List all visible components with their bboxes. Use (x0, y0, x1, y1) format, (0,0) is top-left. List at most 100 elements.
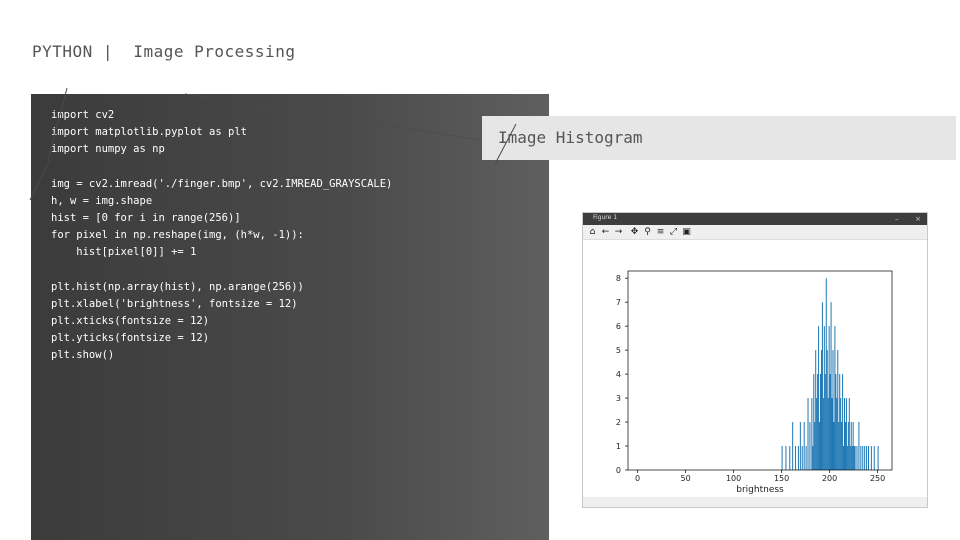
histogram-bar (843, 446, 845, 470)
close-button[interactable]: × (915, 213, 921, 225)
histogram-bar (785, 446, 787, 470)
histogram-bar (840, 398, 842, 470)
code-line: img = cv2.imread('./finger.bmp', cv2.IMR… (51, 178, 393, 190)
histogram-bar (812, 446, 814, 470)
histogram-bar (860, 446, 862, 470)
histogram-bar (838, 422, 840, 470)
histogram-bar (858, 422, 860, 470)
configure-icon[interactable]: ≡ (655, 227, 666, 238)
code-line: hist[pixel[0]] += 1 (51, 246, 197, 258)
histogram-bar (813, 374, 815, 470)
histogram-bar (877, 446, 879, 470)
y-tick-label: 0 (616, 466, 621, 475)
histogram-bar (801, 446, 803, 470)
x-axis-label: brightness (736, 485, 784, 495)
x-tick-label: 250 (870, 474, 885, 483)
histogram-bar (829, 374, 831, 470)
histogram-bar (864, 446, 866, 470)
histogram-bar (824, 374, 826, 470)
histogram-bar (849, 446, 851, 470)
histogram-bar (845, 398, 847, 470)
histogram-bar (862, 446, 864, 470)
x-tick-label: 150 (774, 474, 789, 483)
matplotlib-window: Figure 1 – × ⌂ ← → ✥ ⚲ ≡ ⤢ ▣ 0 50 100 150 20… (582, 212, 928, 508)
histogram-bar (795, 446, 797, 470)
histogram-bar (792, 422, 794, 470)
code-line: import cv2 (51, 109, 115, 121)
histogram-bar (833, 422, 835, 470)
histogram-bar (853, 446, 855, 470)
histogram-bar (835, 374, 837, 470)
histogram-bar (799, 422, 801, 470)
histogram-label: Image Histogram (498, 128, 643, 147)
histogram-bar (830, 302, 832, 470)
histogram-bar (803, 422, 805, 470)
x-tick-label: 50 (681, 474, 691, 483)
code-line: import matplotlib.pyplot as plt (51, 126, 247, 138)
window-title: Figure 1 (593, 214, 618, 221)
histogram-bar (814, 422, 816, 470)
histogram-bar (841, 422, 843, 470)
slide-title: PYTHON | Image Processing (32, 42, 296, 61)
edit-axis-icon[interactable]: ⤢ (668, 227, 679, 238)
histogram-bar (815, 350, 817, 470)
histogram-bar (837, 350, 839, 470)
histogram-bar (873, 446, 875, 470)
status-bar (583, 497, 927, 507)
histogram-bar (809, 422, 811, 470)
histogram-bar (805, 446, 807, 470)
code-line: plt.xlabel('brightness', fontsize = 12) (51, 298, 298, 310)
histogram-bar (866, 446, 868, 470)
histogram-bar (844, 398, 845, 470)
minimize-button[interactable]: – (895, 213, 899, 225)
histogram-bar (850, 422, 852, 470)
window-titlebar: Figure 1 – × (583, 213, 927, 225)
back-icon[interactable]: ← (600, 227, 611, 238)
histogram-bar (823, 326, 825, 470)
histogram-bar (854, 446, 856, 470)
y-tick-label: 7 (616, 298, 621, 307)
histogram-bar (820, 350, 822, 470)
code-line: hist = [0 for i in range(256)] (51, 212, 241, 224)
histogram-bar (844, 422, 846, 470)
plot-toolbar: ⌂ ← → ✥ ⚲ ≡ ⤢ ▣ (583, 225, 927, 240)
zoom-icon[interactable]: ⚲ (642, 227, 653, 238)
y-tick-label: 5 (616, 346, 621, 355)
histogram-bar (828, 326, 830, 470)
histogram-bar (831, 398, 833, 470)
histogram-bar (842, 374, 844, 470)
histogram-bar (827, 398, 829, 470)
histogram-bar (834, 326, 836, 470)
histogram-bar (789, 446, 791, 470)
y-tick-label: 1 (616, 442, 621, 451)
histogram-bar (852, 422, 854, 470)
histogram-bar (851, 446, 853, 470)
histogram-bar (816, 398, 818, 470)
pan-icon[interactable]: ✥ (629, 227, 640, 238)
save-icon[interactable]: ▣ (681, 227, 692, 238)
histogram-bar (817, 374, 819, 470)
y-tick-label: 4 (616, 370, 621, 379)
forward-icon[interactable]: → (613, 227, 624, 238)
code-line: for pixel in np.reshape(img, (h*w, -1)): (51, 229, 304, 241)
histogram-bar (868, 446, 869, 470)
histogram-bar (811, 398, 813, 470)
home-icon[interactable]: ⌂ (587, 227, 598, 238)
histogram-bar (807, 398, 809, 470)
histogram-bar (839, 374, 841, 470)
y-tick-label: 6 (616, 322, 621, 331)
histogram-bar (819, 422, 821, 470)
plot-frame (627, 270, 893, 471)
y-tick-label: 8 (616, 274, 621, 283)
histogram-bar (846, 446, 848, 470)
code-line: plt.xticks(fontsize = 12) (51, 315, 210, 327)
code-line: plt.show() (51, 349, 115, 361)
histogram-bar (847, 422, 849, 470)
histogram-bar (856, 446, 858, 470)
histogram-bar (848, 398, 850, 470)
x-tick-label: 200 (822, 474, 837, 483)
code-line: h, w = img.shape (51, 195, 153, 207)
code-line: plt.hist(np.array(hist), np.arange(256)) (51, 281, 304, 293)
code-line: import numpy as np (51, 143, 165, 155)
histogram-bar (781, 446, 783, 470)
